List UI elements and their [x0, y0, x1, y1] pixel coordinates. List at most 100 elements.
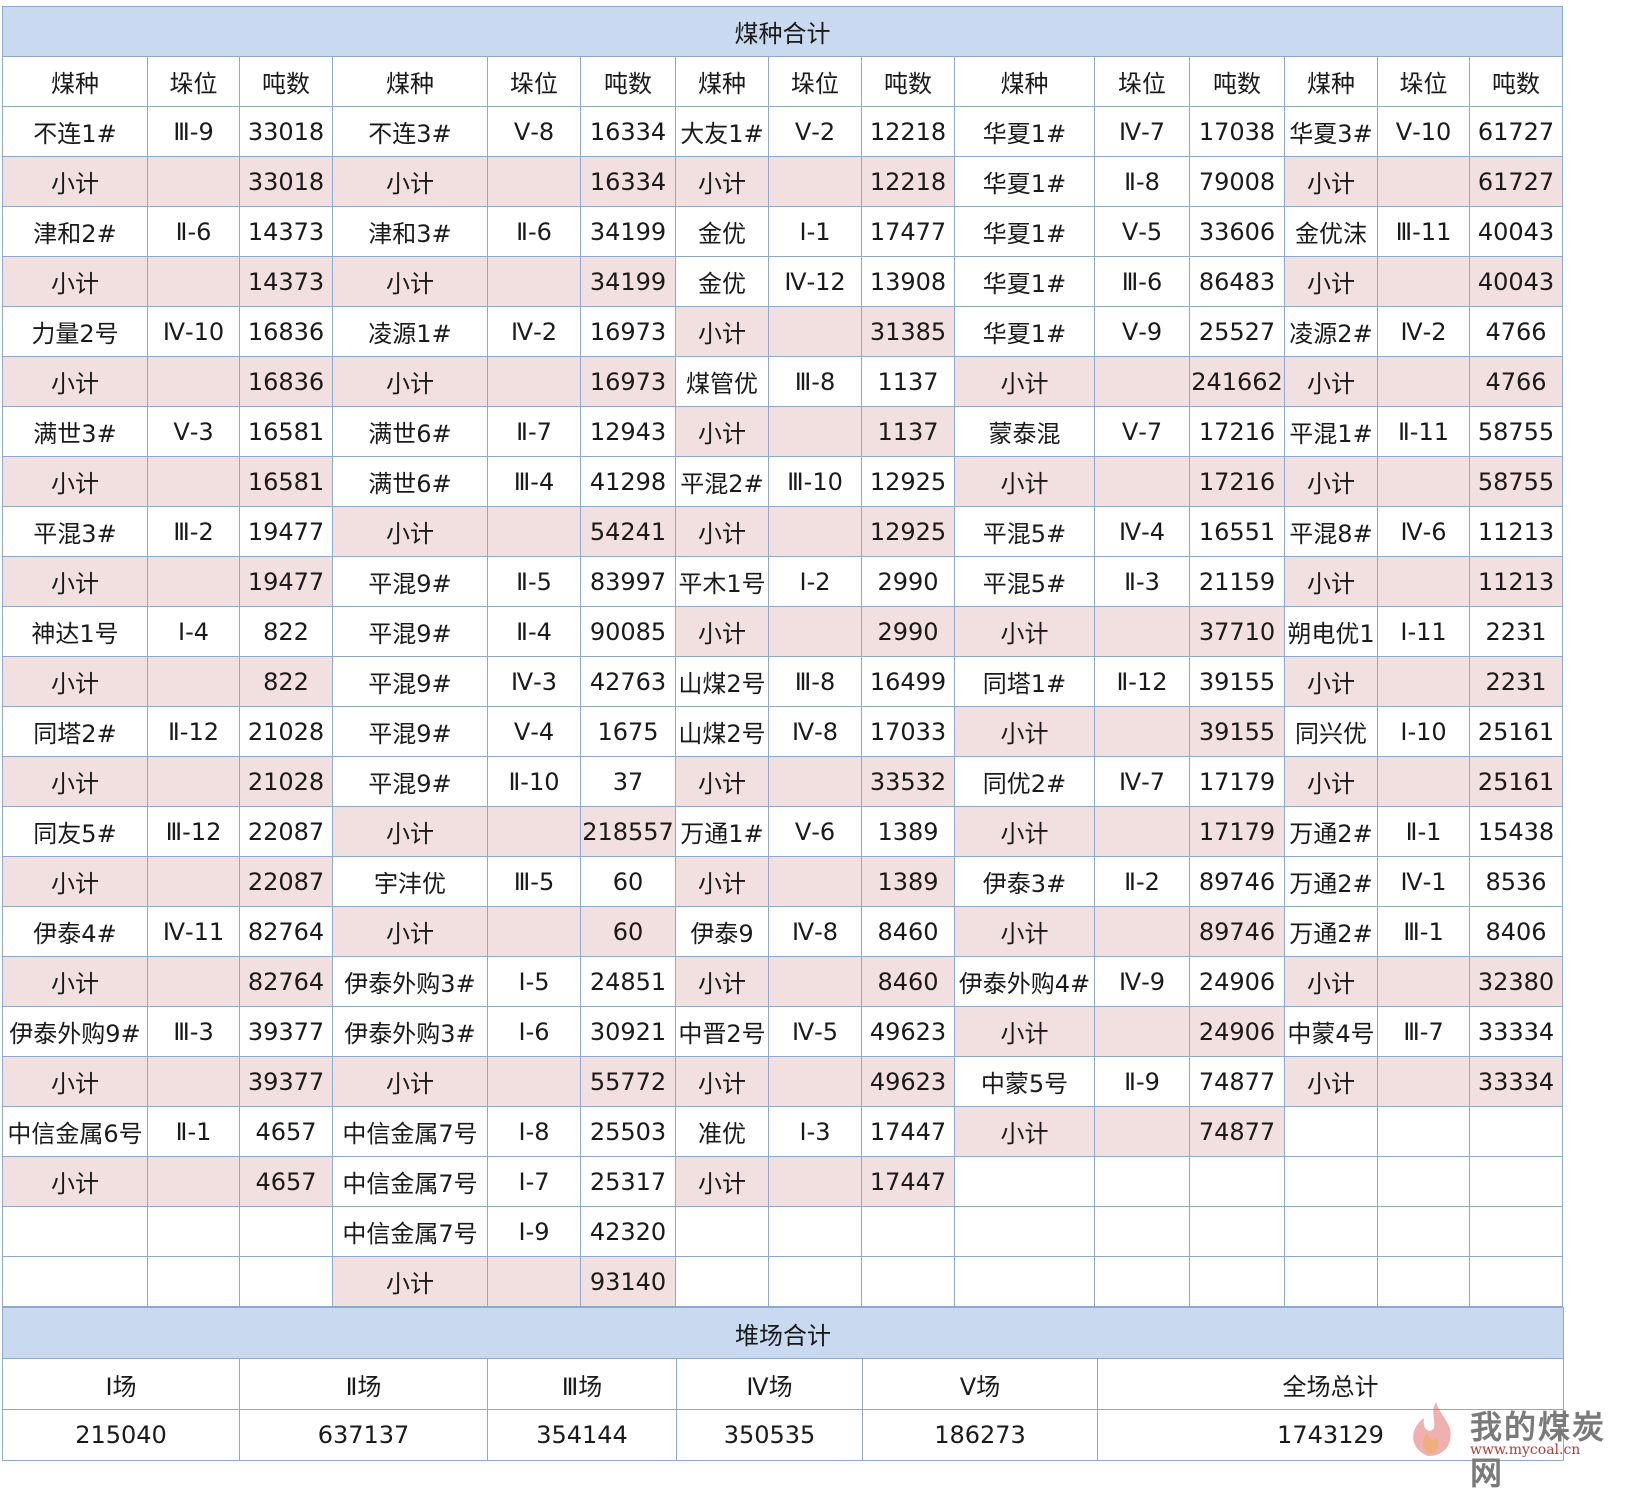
coal-name-cell: 小计: [954, 356, 1095, 407]
pile-position-cell: Ⅱ-11: [1377, 406, 1470, 457]
coal-name-cell: 小计: [954, 1006, 1095, 1057]
coal-name-cell: 小计: [332, 1056, 488, 1107]
pile-position-cell: Ⅱ-4: [487, 606, 581, 657]
coal-name-cell: 小计: [1284, 556, 1378, 607]
coal-name-cell: 平木1号: [675, 556, 769, 607]
pile-position-cell: [1094, 1006, 1190, 1057]
pile-position-cell: Ⅳ-9: [1094, 956, 1190, 1007]
coal-name-cell: 小计: [332, 156, 488, 207]
pile-position-cell: [1377, 156, 1470, 207]
tonnage-cell: 89746: [1189, 856, 1285, 907]
pile-position-cell: [147, 956, 240, 1007]
pile-position-cell: [147, 1256, 240, 1307]
pile-position-cell: [1094, 1106, 1190, 1157]
pile-position-cell: Ⅱ-2: [1094, 856, 1190, 907]
column-header: 煤种: [954, 56, 1095, 107]
coal-name-cell: [2, 1206, 148, 1257]
pile-position-cell: Ⅰ-1: [768, 206, 862, 257]
tonnage-cell: 61727: [1469, 156, 1563, 207]
pile-position-cell: Ⅴ-10: [1377, 106, 1470, 157]
coal-name-cell: 伊泰外购4#: [954, 956, 1095, 1007]
coal-name-cell: 满世6#: [332, 406, 488, 457]
pile-position-cell: [487, 1256, 581, 1307]
tonnage-cell: 2231: [1469, 606, 1563, 657]
table-row: 小计 4657 中信金属7号 Ⅰ-7 25317 小计 17447: [2, 1156, 1563, 1207]
pile-position-cell: [487, 806, 581, 857]
pile-position-cell: [147, 256, 240, 307]
pile-position-cell: Ⅲ-10: [768, 456, 862, 507]
coal-name-cell: 同兴优: [1284, 706, 1378, 757]
coal-name-cell: 山煤2号: [675, 656, 769, 707]
pile-position-cell: Ⅱ-3: [1094, 556, 1190, 607]
pile-position-cell: [768, 956, 862, 1007]
tonnage-cell: 2990: [861, 606, 955, 657]
pile-position-cell: [487, 906, 581, 957]
pile-position-cell: Ⅱ-7: [487, 406, 581, 457]
coal-name-cell: 小计: [332, 806, 488, 857]
table-row: 小计 16836 小计 16973 煤管优 Ⅲ-8 1137 小计 241662 小计 4766: [2, 356, 1563, 407]
pile-position-cell: [1094, 356, 1190, 407]
pile-position-cell: [768, 856, 862, 907]
tonnage-cell: 16334: [580, 106, 676, 157]
tonnage-cell: 16581: [239, 456, 333, 507]
pile-position-cell: Ⅴ-8: [487, 106, 581, 157]
yard-value-cell: 350535: [676, 1409, 863, 1461]
pile-position-cell: Ⅲ-1: [1377, 906, 1470, 957]
coal-name-cell: 小计: [332, 506, 488, 557]
pile-position-cell: Ⅱ-10: [487, 756, 581, 807]
column-header: 吨数: [580, 56, 676, 107]
pile-position-cell: [1094, 1256, 1190, 1307]
tonnage-cell: 16973: [580, 306, 676, 357]
table-row: 小计 93140: [2, 1256, 1563, 1307]
tonnage-cell: 17447: [861, 1156, 955, 1207]
coal-name-cell: 华夏1#: [954, 156, 1095, 207]
table-row: 小计 33018 小计 16334 小计 12218 华夏1# Ⅱ-8 79008 小计 61727: [2, 156, 1563, 207]
coal-name-cell: 力量2号: [2, 306, 148, 357]
pile-position-cell: [147, 356, 240, 407]
pile-position-cell: Ⅳ-8: [768, 706, 862, 757]
coal-name-cell: 津和2#: [2, 206, 148, 257]
tonnage-cell: 58755: [1469, 406, 1563, 457]
pile-position-cell: Ⅴ-5: [1094, 206, 1190, 257]
yard-header-cell: Ⅴ场: [862, 1358, 1098, 1410]
coal-name-cell: 小计: [332, 256, 488, 307]
table-row: 神达1号 Ⅰ-4 822 平混9# Ⅱ-4 90085 小计 2990 小计 37710 朔电优1 Ⅰ…: [2, 606, 1563, 657]
tonnage-cell: 33018: [239, 106, 333, 157]
pile-position-cell: Ⅳ-1: [1377, 856, 1470, 907]
pile-position-cell: Ⅴ-9: [1094, 306, 1190, 357]
coal-name-cell: 华夏1#: [954, 256, 1095, 307]
tonnage-cell: 33606: [1189, 206, 1285, 257]
pile-position-cell: Ⅳ-12: [768, 256, 862, 307]
tonnage-cell: 60: [580, 906, 676, 957]
column-header: 煤种: [332, 56, 488, 107]
coal-name-cell: 小计: [2, 556, 148, 607]
pile-position-cell: Ⅰ-4: [147, 606, 240, 657]
tonnage-cell: 4657: [239, 1156, 333, 1207]
tonnage-cell: 16334: [580, 156, 676, 207]
coal-name-cell: 平混8#: [1284, 506, 1378, 557]
coal-name-cell: 小计: [675, 306, 769, 357]
yard-header-cell: Ⅱ场: [239, 1358, 488, 1410]
tonnage-cell: [1469, 1206, 1563, 1257]
tonnage-cell: 12218: [861, 106, 955, 157]
tonnage-cell: 58755: [1469, 456, 1563, 507]
table-row: 伊泰4# Ⅳ-11 82764 小计 60 伊泰9 Ⅳ-8 8460 小计 89746 万通2# Ⅲ-…: [2, 906, 1563, 957]
pile-position-cell: Ⅲ-5: [487, 856, 581, 907]
coal-name-cell: 神达1号: [2, 606, 148, 657]
coal-name-cell: 小计: [2, 1156, 148, 1207]
coal-name-cell: 中信金属6号: [2, 1106, 148, 1157]
coal-name-cell: 华夏1#: [954, 306, 1095, 357]
coal-name-cell: 小计: [2, 656, 148, 707]
pile-position-cell: [1377, 1206, 1470, 1257]
coal-name-cell: 伊泰外购9#: [2, 1006, 148, 1057]
table-row: 小计 39377 小计 55772 小计 49623 中蒙5号 Ⅱ-9 74877 小计 33334: [2, 1056, 1563, 1107]
yard-value-row: 215040 637137 354144 350535 186273 1743129: [2, 1409, 1564, 1461]
column-header: 吨数: [1189, 56, 1285, 107]
coal-name-cell: 小计: [332, 906, 488, 957]
tonnage-cell: 1137: [861, 356, 955, 407]
pile-position-cell: [487, 1056, 581, 1107]
tonnage-cell: 12925: [861, 506, 955, 557]
coal-name-cell: 中信金属7号: [332, 1206, 488, 1257]
coal-name-cell: [954, 1256, 1095, 1307]
coal-name-cell: 万通2#: [1284, 856, 1378, 907]
